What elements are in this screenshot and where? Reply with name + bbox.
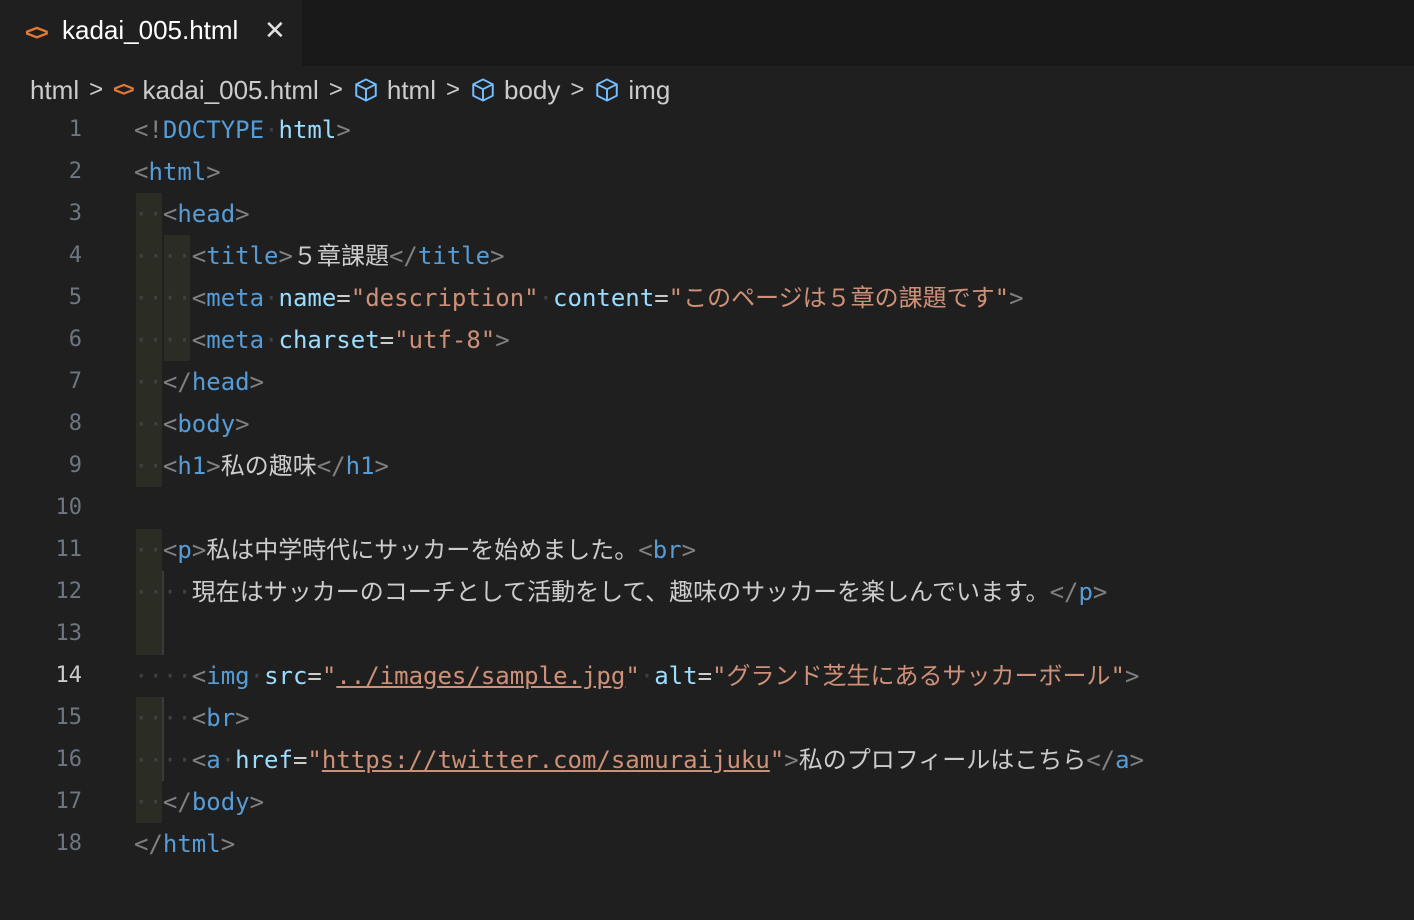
chevron-right-icon: > — [570, 76, 585, 103]
line-number: 11 — [55, 537, 83, 562]
code-line: 5 ····<meta·name="description"·content="… — [0, 277, 1414, 319]
code-text: ····<title>５章課題</title> — [134, 242, 505, 270]
code-link[interactable]: https://twitter.com/samuraijuku — [322, 746, 770, 774]
chevron-right-icon: > — [328, 76, 343, 103]
code-line: 7 ··</head> — [0, 361, 1414, 403]
code-text: ··</body> — [134, 788, 265, 816]
code-link[interactable]: ../images/sample.jpg — [336, 662, 625, 690]
html-file-icon: <> — [113, 78, 134, 101]
code-text: <html> — [134, 158, 221, 186]
line-number: 4 — [68, 243, 82, 268]
code-line-active: 14 ····<img·src="../images/sample.jpg"·a… — [0, 655, 1414, 697]
code-line: 3 ··<head> — [0, 193, 1414, 235]
breadcrumb-label: img — [628, 74, 671, 105]
chevron-right-icon: > — [89, 76, 104, 103]
code-line: 8 ··<body> — [0, 403, 1414, 445]
code-text: ··</head> — [134, 368, 265, 396]
line-number: 6 — [68, 327, 82, 352]
breadcrumb-item-img[interactable]: img — [594, 75, 670, 106]
line-number: 7 — [68, 369, 82, 394]
code-line: 10 — [0, 487, 1414, 529]
editor-tab[interactable]: <> kadai_005.html ✕ — [0, 0, 302, 66]
html-file-icon: <> — [25, 20, 49, 45]
line-number: 2 — [68, 159, 82, 184]
breadcrumb: html > <> kadai_005.html > html > body >… — [30, 72, 670, 108]
line-number: 14 — [55, 663, 83, 688]
line-number: 17 — [55, 789, 83, 814]
breadcrumb-label: kadai_005.html — [142, 74, 319, 105]
line-number: 13 — [55, 621, 83, 646]
breadcrumb-item-file[interactable]: <> kadai_005.html — [113, 75, 319, 106]
breadcrumb-item-folder[interactable]: html — [30, 75, 79, 106]
code-text: ····<meta·name="description"·content="この… — [134, 284, 1024, 312]
code-line: 12 ····現在はサッカーのコーチとして活動をして、趣味のサッカーを楽しんでい… — [0, 571, 1414, 613]
code-text: ····<meta·charset="utf-8"> — [134, 326, 510, 354]
tab-label: kadai_005.html — [62, 15, 239, 45]
code-line: 9 ··<h1>私の趣味</h1> — [0, 445, 1414, 487]
code-line: 6 ····<meta·charset="utf-8"> — [0, 319, 1414, 361]
chevron-right-icon: > — [445, 76, 460, 103]
line-number: 12 — [55, 579, 83, 604]
code-text: ··<p>私は中学時代にサッカーを始めました。<br> — [134, 536, 697, 564]
element-cube-icon — [355, 78, 377, 102]
line-number: 10 — [55, 495, 83, 520]
line-number: 8 — [68, 411, 82, 436]
element-cube-icon — [596, 78, 619, 102]
code-line: 2 <html> — [0, 151, 1414, 193]
line-number: 5 — [68, 285, 82, 310]
tab-bar: <> kadai_005.html ✕ — [0, 0, 1414, 66]
breadcrumb-item-body[interactable]: body — [470, 75, 560, 106]
code-text: ····<a·href="https://twitter.com/samurai… — [134, 746, 1145, 774]
line-number: 18 — [55, 831, 83, 856]
line-number: 3 — [68, 201, 82, 226]
element-cube-icon — [472, 78, 494, 102]
breadcrumb-label: body — [504, 74, 561, 105]
code-text: ··<body> — [134, 410, 250, 438]
code-line: 16 ····<a·href="https://twitter.com/samu… — [0, 739, 1414, 781]
breadcrumb-label: html — [30, 74, 80, 105]
code-text: </html> — [134, 830, 236, 858]
code-line: 17 ··</body> — [0, 781, 1414, 823]
breadcrumb-label: html — [386, 74, 436, 105]
line-number: 9 — [68, 453, 82, 478]
line-number: 15 — [55, 705, 83, 730]
code-line: 11 ··<p>私は中学時代にサッカーを始めました。<br> — [0, 529, 1414, 571]
code-text: ····<br> — [134, 704, 250, 732]
code-line: 18 </html> — [0, 823, 1414, 865]
line-number: 16 — [55, 747, 83, 772]
code-line: 15 ····<br> — [0, 697, 1414, 739]
code-text: ····現在はサッカーのコーチとして活動をして、趣味のサッカーを楽しんでいます。… — [134, 578, 1108, 606]
code-line: 1 <!DOCTYPE·html> — [0, 109, 1414, 151]
code-text: ····<img·src="../images/sample.jpg"·alt=… — [134, 662, 1140, 690]
breadcrumb-item-html[interactable]: html — [353, 75, 436, 106]
code-text: ··<h1>私の趣味</h1> — [134, 452, 389, 480]
code-line: 4 ····<title>５章課題</title> — [0, 235, 1414, 277]
code-line: 13 — [0, 613, 1414, 655]
close-icon[interactable]: ✕ — [264, 15, 286, 46]
code-text: ··<head> — [134, 200, 250, 228]
code-text: <!DOCTYPE·html> — [134, 116, 351, 144]
line-number: 1 — [68, 117, 82, 142]
